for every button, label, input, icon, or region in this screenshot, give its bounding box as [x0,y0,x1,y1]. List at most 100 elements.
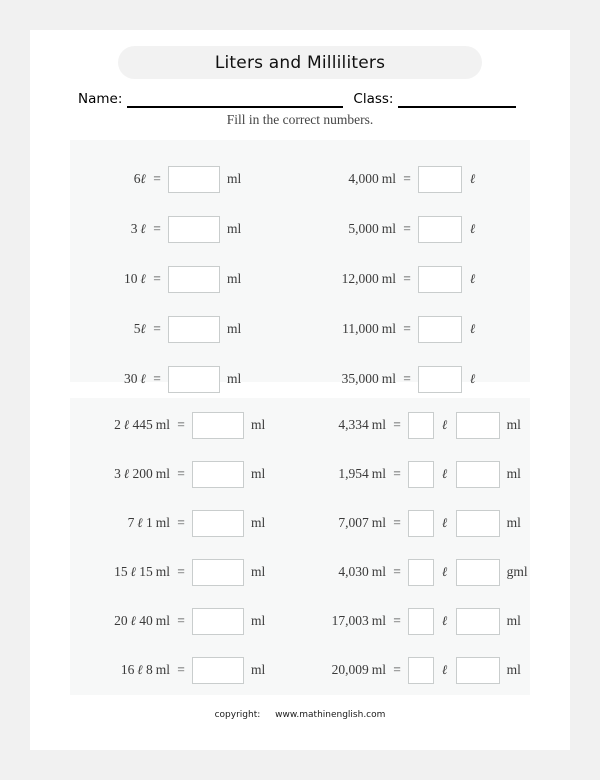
ml-symbol: ml [381,271,396,286]
operand-milliliters: 15 [139,564,153,579]
equals-sign: = [393,564,401,579]
question-operand: 16 ℓ 8 ml [70,662,170,678]
answer-box[interactable] [418,265,462,293]
answer-box[interactable] [192,607,244,635]
instruction-text: Fill in the correct numbers. [226,112,374,127]
copyright-label: copyright: [214,710,261,720]
answer-unit-label: ℓ [470,372,476,387]
answer-unit-label: ml [251,613,266,628]
answer-box[interactable] [192,656,244,684]
answer-box[interactable] [455,607,500,635]
answer-box[interactable] [408,558,434,586]
student-info-line: Name: Class: [78,86,522,108]
operand-liters: 7 [127,515,135,530]
exercise-item: 20,009 ml = ℓ ml [300,655,530,685]
answer-box[interactable] [168,315,220,343]
question-operand: 20,009 ml [300,662,386,678]
operand-value: 12,000 [341,271,379,286]
exercise-item: 4,000 ml = ℓ [300,164,530,194]
answer-box[interactable] [455,411,500,439]
answer-box[interactable] [408,607,434,635]
answer-box[interactable] [408,656,434,684]
answer-box[interactable] [455,656,500,684]
ml-symbol: ml [381,371,396,386]
answer-box[interactable] [192,460,244,488]
equals-sign: = [403,371,411,386]
operand-liters: 15 [114,564,128,579]
answer-unit-label: ℓ [470,272,476,287]
exercise-item: 6 ℓ = ml [70,164,300,194]
operand-value: 5 [133,321,141,336]
question-operand: 35,000 ml [300,371,396,387]
answer-box[interactable] [192,509,244,537]
answer-box[interactable] [418,365,462,393]
answer-box[interactable] [455,558,500,586]
question-operand: 17,003 ml [300,613,386,629]
equals-sign: = [403,321,411,336]
answer-unit-label-liters: ℓ [442,516,448,531]
liter-symbol: ℓ [123,467,130,482]
exercise-row: 30 ℓ = ml 35,000 ml = ℓ [70,364,530,394]
answer-box[interactable] [455,509,500,537]
answer-box[interactable] [408,509,434,537]
liter-symbol: ℓ [130,565,137,580]
answer-box[interactable] [168,165,220,193]
operand-value: 5,000 [348,221,379,236]
answer-box[interactable] [192,411,244,439]
question-operand: 11,000 ml [300,321,396,337]
exercise-item: 20 ℓ 40 ml = ml [70,606,300,636]
operand-milliliters: 200 [132,466,153,481]
operand-value: 7,007 [338,515,369,530]
equals-sign: = [177,662,185,677]
operand-value: 6 [133,171,141,186]
question-operand: 3 ℓ 200 ml [70,466,170,482]
answer-unit-label: ℓ [470,222,476,237]
answer-box[interactable] [168,365,220,393]
operand-milliliters: 1 [145,515,153,530]
operand-liters: 3 [114,466,121,481]
ml-symbol: ml [381,171,396,186]
answer-box[interactable] [408,411,434,439]
exercise-row: 2 ℓ 445 ml = ml 4,334 ml = ℓ ml [70,410,530,440]
operand-milliliters: 40 [139,613,153,628]
answer-box[interactable] [418,315,462,343]
answer-box[interactable] [168,265,220,293]
exercise-row: 6 ℓ = ml 4,000 ml = ℓ [70,164,530,194]
question-operand: 2 ℓ 445 ml [70,417,170,433]
answer-box[interactable] [168,215,220,243]
exercise-item: 5 ℓ = ml [70,314,300,344]
exercise-section-2: 2 ℓ 445 ml = ml 4,334 ml = ℓ ml 3 ℓ 200 ml = ml 1,954 ml = ℓ… [70,398,530,695]
exercise-section-1: 6 ℓ = ml 4,000 ml = ℓ 3 ℓ = ml 5,000 ml = ℓ 10 ℓ = ml 12,000… [70,140,530,393]
answer-box[interactable] [192,558,244,586]
class-input-rule[interactable] [398,91,517,108]
name-input-rule[interactable] [127,91,344,108]
answer-box[interactable] [418,215,462,243]
equals-sign: = [177,613,185,628]
liter-symbol: ℓ [137,516,143,531]
ml-symbol: ml [371,466,386,481]
answer-box[interactable] [455,460,500,488]
operand-value: 1,954 [338,466,369,481]
answer-unit-label-milliliters: gml [506,564,528,579]
operand-value: 4,334 [338,417,369,432]
ml-symbol: ml [155,466,170,481]
ml-symbol: ml [371,613,386,628]
operand-liters: 20 [114,613,128,628]
answer-unit-label: ml [251,417,266,432]
answer-unit-label: ml [251,564,266,579]
equals-sign: = [393,417,401,432]
equals-sign: = [403,271,411,286]
answer-unit-label-milliliters: ml [506,515,521,530]
equals-sign: = [393,662,401,677]
answer-box[interactable] [408,460,434,488]
exercise-item: 7,007 ml = ℓ ml [300,508,530,538]
operand-milliliters: 445 [132,417,153,432]
question-operand: 10 ℓ [70,271,146,287]
answer-box[interactable] [418,165,462,193]
class-label: Class: [353,91,394,107]
operand-liters: 2 [114,417,121,432]
exercise-item: 3 ℓ = ml [70,214,300,244]
operand-value: 4,000 [348,171,379,186]
footer: copyright: www.mathinenglish.com [30,710,570,720]
answer-unit-label-milliliters: ml [506,466,521,481]
